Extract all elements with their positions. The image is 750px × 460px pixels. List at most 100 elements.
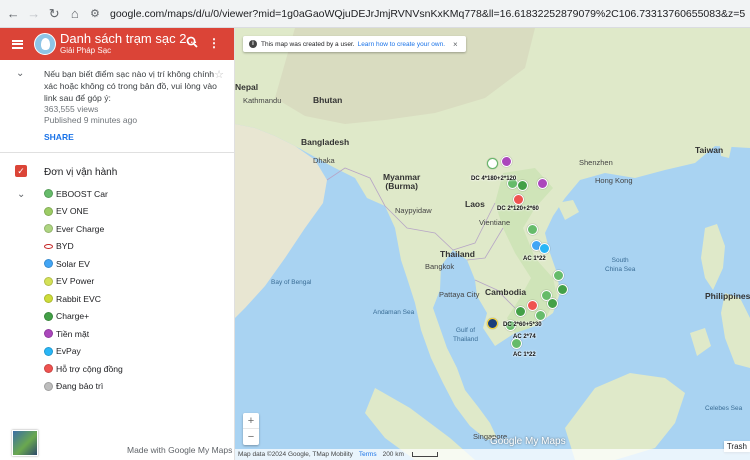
legend-item[interactable]: Charge+ [44, 308, 234, 326]
legend-label: Tiền mặt [56, 328, 90, 339]
legend-marker-icon [44, 346, 53, 356]
station-pin[interactable] [537, 178, 548, 189]
legend-marker-icon [44, 276, 53, 286]
pin-label: DC 2*60+5*30 [503, 322, 542, 328]
legend-marker-icon [44, 206, 53, 216]
layer-checkbox[interactable]: ✓ [15, 165, 27, 177]
legend-label: EvPay [56, 346, 81, 357]
made-with-label: Made with Google My Maps [127, 445, 233, 455]
legend-item[interactable]: Rabbit EVC [44, 290, 234, 308]
label-hongkong: Hong Kong [595, 176, 633, 185]
map-avatar [34, 33, 56, 55]
label-myanmar: Myanmar (Burma) [383, 172, 421, 191]
label-thailand: Thailand [440, 249, 475, 259]
zoom-out-button[interactable]: − [243, 429, 259, 445]
panel-header: Danh sách trạm sạc 2... Giải Pháp Sạc ⋮ [0, 28, 234, 60]
legend-label: Solar EV [56, 258, 90, 269]
notice-text: This map was created by a user. [261, 40, 355, 48]
legend-item[interactable]: Hỗ trợ cộng đồng [44, 360, 234, 378]
info-icon: i [249, 40, 257, 48]
more-options-icon[interactable]: ⋮ [208, 36, 220, 50]
star-icon[interactable]: ☆ [214, 68, 224, 81]
station-pin[interactable] [535, 310, 546, 321]
layer-name: Đơn vị vận hành [44, 166, 118, 178]
legend-item[interactable]: Tiền mặt [44, 325, 234, 343]
zoom-control: + − [243, 413, 259, 445]
scale-label[interactable]: 200 km [383, 451, 404, 458]
legend-label: BYD [56, 241, 74, 252]
google-my-maps-logo: Google My Maps [490, 436, 566, 447]
legend-item[interactable]: Solar EV [44, 255, 234, 273]
station-pin[interactable] [539, 243, 550, 254]
back-arrow-icon[interactable]: ← [6, 5, 21, 23]
legend-item[interactable]: Đang bảo trì [44, 378, 234, 396]
published-time: Published 9 minutes ago [44, 115, 138, 125]
label-nepal: Nepal [235, 82, 259, 92]
label-celebes-sea: Celebes Sea [705, 405, 743, 412]
legend-marker-icon [44, 329, 53, 339]
station-pin[interactable] [515, 306, 526, 317]
station-pin[interactable] [557, 284, 568, 295]
map-canvas[interactable]: Nepal Kathmandu Bhutan Bangladesh Dhaka … [235, 28, 750, 460]
address-bar[interactable]: ⚙ google.com/maps/d/u/0/viewer?mid=1g0aG… [90, 4, 750, 24]
pin-label: AC 1*22 [523, 256, 546, 262]
home-icon[interactable]: ⌂ [68, 5, 83, 23]
chevron-down-icon[interactable]: ⌄ [16, 68, 24, 79]
label-bangkok: Bangkok [425, 262, 455, 271]
reload-icon[interactable]: ↻ [47, 5, 62, 23]
label-naypyidaw: Naypyidaw [395, 206, 432, 215]
site-info-icon[interactable]: ⚙ [90, 7, 106, 20]
legend-list: ⌄ EBOOST Car EV ONE Ever Charge BYD Solar EV… [0, 185, 234, 395]
label-cambodia: Cambodia [485, 287, 527, 297]
legend-label: Rabbit EVC [56, 293, 101, 304]
map-owner: Giải Pháp Sạc [60, 45, 112, 55]
legend-item[interactable]: EV ONE [44, 203, 234, 221]
user-map-notice: i This map was created by a user. Learn … [243, 36, 466, 52]
divider [0, 152, 234, 153]
pin-label: AC 2*74 [513, 334, 536, 340]
chevron-down-icon[interactable]: ⌄ [17, 189, 25, 200]
forward-arrow-icon[interactable]: → [27, 5, 42, 23]
label-south-china-sea: South China Sea [605, 257, 636, 273]
basemap-thumbnail[interactable] [12, 430, 38, 456]
pin-label: DC 4*180+2*120 [471, 176, 517, 182]
legend-label: Đang bảo trì [56, 381, 104, 392]
scale-bar [411, 452, 438, 457]
station-pin[interactable] [487, 318, 498, 329]
legend-item[interactable]: EV Power [44, 273, 234, 291]
label-kathmandu: Kathmandu [243, 96, 282, 105]
label-taiwan: Taiwan [695, 145, 724, 155]
station-pin[interactable] [547, 298, 558, 309]
search-icon[interactable] [186, 36, 198, 51]
legend-item[interactable]: Ever Charge [44, 220, 234, 238]
menu-icon[interactable] [0, 39, 34, 49]
station-pin[interactable] [517, 180, 528, 191]
station-pin[interactable] [513, 194, 524, 205]
legend-item[interactable]: EBOOST Car [44, 185, 234, 203]
label-bhutan: Bhutan [313, 95, 343, 105]
label-gulf-of-thailand: Gulf of Thailand [453, 327, 478, 343]
legend-item[interactable]: EvPay [44, 343, 234, 361]
legend-item[interactable]: BYD [44, 238, 234, 256]
station-pin[interactable] [501, 156, 512, 167]
close-icon[interactable]: × [453, 40, 458, 49]
legend-marker-icon [44, 294, 53, 304]
share-button[interactable]: SHARE [44, 132, 74, 142]
station-pin[interactable] [527, 300, 538, 311]
station-pin[interactable] [487, 158, 498, 169]
learn-create-link[interactable]: Learn how to create your own. [358, 41, 445, 48]
label-philippines: Philippines [705, 291, 750, 301]
pin-label: DC 2*120+2*60 [497, 206, 539, 212]
label-laos: Laos [465, 199, 485, 209]
browser-toolbar: ← → ↻ ⌂ ⚙ google.com/maps/d/u/0/viewer?m… [0, 0, 750, 28]
zoom-in-button[interactable]: + [243, 413, 259, 429]
legend-label: EV Power [56, 276, 95, 287]
station-pin[interactable] [527, 224, 538, 235]
view-count: 363,555 views [44, 104, 99, 114]
layer-header[interactable]: ✓ Đơn vị vận hành [0, 161, 234, 183]
station-pin[interactable] [553, 270, 564, 281]
map-attribution: Map data ©2024 Google, TMap Mobility Ter… [235, 449, 750, 460]
label-andaman-sea: Andaman Sea [373, 309, 415, 316]
label-shenzhen: Shenzhen [579, 158, 613, 167]
terms-link[interactable]: Terms [359, 451, 377, 458]
